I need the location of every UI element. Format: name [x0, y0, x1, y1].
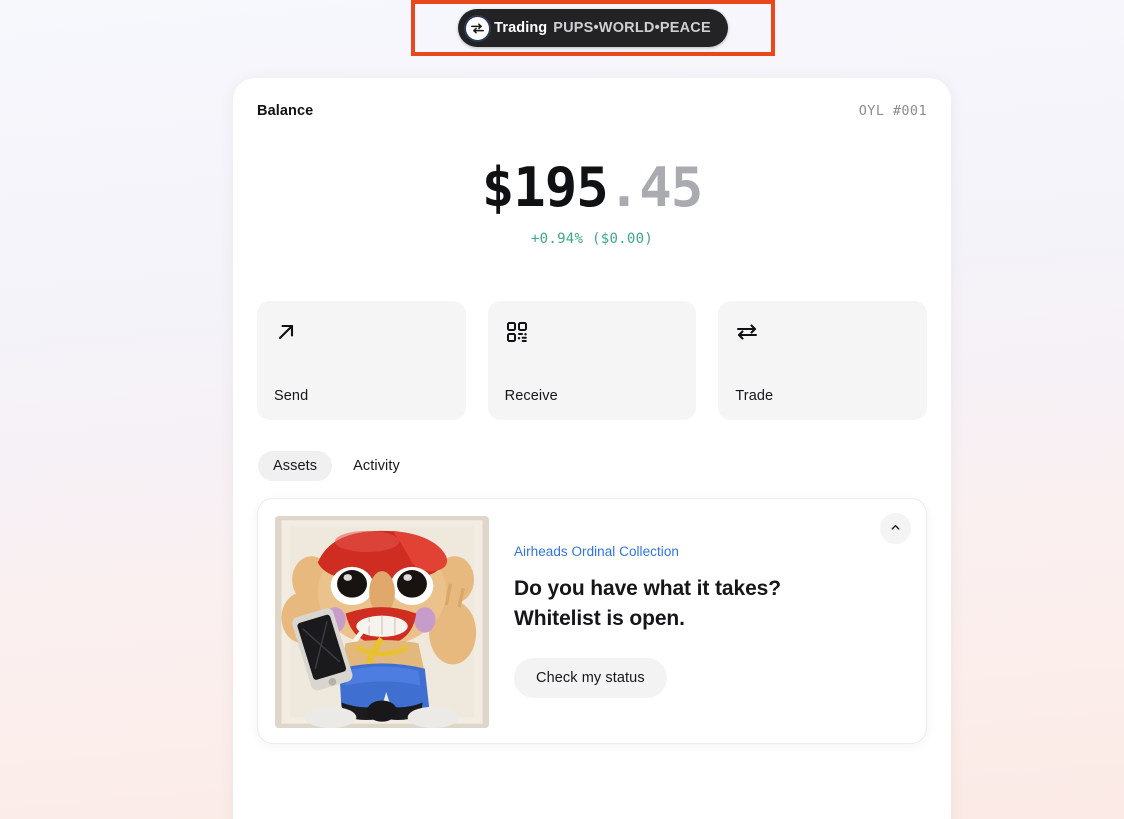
balance-amount: $195.45	[257, 161, 927, 215]
check-my-status-button[interactable]: Check my status	[514, 657, 667, 698]
trading-token-name: PUPS•WORLD•PEACE	[553, 20, 711, 36]
promo-thumbnail	[275, 516, 489, 728]
trade-button[interactable]: Trade	[718, 301, 928, 420]
balance-label: Balance	[257, 103, 314, 119]
trading-banner-highlight: Trading PUPS•WORLD•PEACE	[411, 0, 775, 56]
send-button[interactable]: Send	[257, 301, 466, 420]
promo-collapse-button[interactable]	[880, 513, 911, 544]
balance-block: $195.45 +0.94% ($0.00)	[257, 161, 927, 248]
tab-assets[interactable]: Assets	[258, 451, 333, 481]
receive-button-label: Receive	[504, 388, 558, 404]
promo-collection-link[interactable]: Airheads Ordinal Collection	[514, 544, 909, 559]
balance-amount-decimal: .45	[607, 156, 704, 219]
arrow-up-right-icon	[274, 320, 449, 348]
receive-button[interactable]: Receive	[487, 301, 697, 420]
promo-headline: Do you have what it takes? Whitelist is …	[514, 574, 909, 634]
promo-headline-line-1: Do you have what it takes?	[514, 577, 781, 600]
swap-arrows-icon	[735, 320, 910, 348]
promo-content: Airheads Ordinal Collection Do you have …	[514, 516, 909, 726]
balance-change: +0.94% ($0.00)	[530, 231, 654, 247]
wallet-card-header: Balance OYL #001	[257, 78, 927, 119]
balance-amount-whole: $195	[481, 156, 609, 219]
trading-token-badge[interactable]: Trading PUPS•WORLD•PEACE	[458, 9, 728, 47]
airheads-ordinal-figure-image	[275, 516, 489, 728]
promo-card: Airheads Ordinal Collection Do you have …	[257, 498, 927, 744]
chevron-up-icon	[890, 521, 901, 536]
wallet-tabs: Assets Activity	[257, 451, 927, 481]
wallet-card: Balance OYL #001 $195.45 +0.94% ($0.00) …	[233, 78, 951, 819]
tab-activity[interactable]: Activity	[338, 451, 415, 481]
wallet-actions: Send Receive Trade	[257, 301, 928, 420]
swap-circle-icon	[464, 14, 492, 42]
qr-code-icon	[505, 320, 680, 348]
send-button-label: Send	[274, 388, 309, 404]
promo-headline-line-2: Whitelist is open.	[514, 606, 685, 630]
wallet-identifier: OYL #001	[858, 103, 927, 119]
trade-button-label: Trade	[735, 388, 774, 404]
trading-label: Trading	[494, 20, 548, 36]
